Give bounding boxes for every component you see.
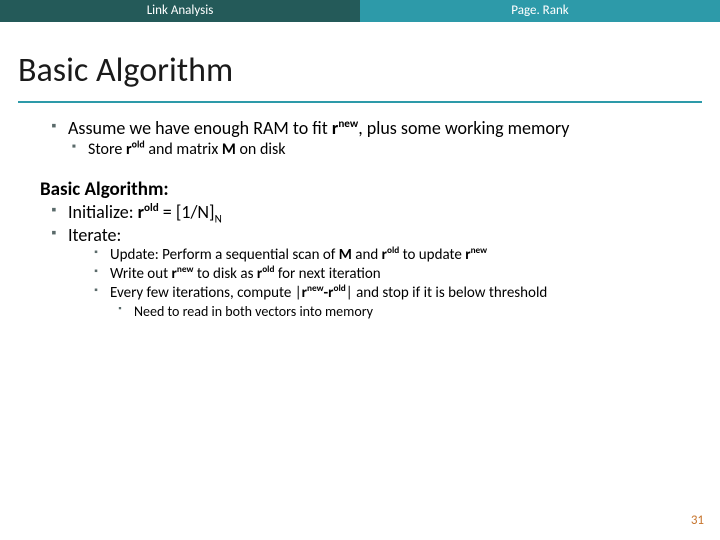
text: new xyxy=(338,116,358,130)
bullet-icon xyxy=(40,303,134,321)
header-tabs: Link Analysis Page. Rank xyxy=(0,0,720,22)
bullet-icon xyxy=(40,265,110,284)
bullet-store: Store rold and matrix M on disk xyxy=(40,140,680,160)
bullet-icon xyxy=(40,117,68,140)
text: to update xyxy=(399,246,465,264)
slide-title-wrap: Basic Algorithm xyxy=(0,22,720,97)
text: and xyxy=(352,246,382,264)
text: old xyxy=(262,264,274,275)
text: M xyxy=(339,246,352,264)
text: Write out xyxy=(110,265,172,283)
text: M xyxy=(222,140,236,159)
bullet-icon xyxy=(40,246,110,265)
text: , plus some working memory xyxy=(358,117,569,139)
tab-link-analysis: Link Analysis xyxy=(0,0,360,22)
text: on disk xyxy=(236,140,286,159)
text: Every few iterations, compute | xyxy=(110,284,302,302)
text: for next iteration xyxy=(274,265,380,283)
bullet-write: Write out rnew to disk as rold for next … xyxy=(40,265,680,284)
text: and matrix xyxy=(145,140,222,159)
text: old xyxy=(387,245,399,256)
algo-heading: Basic Algorithm: xyxy=(40,178,680,202)
text: to disk as xyxy=(193,265,256,283)
tab-page-rank: Page. Rank xyxy=(360,0,720,22)
bullet-initialize: Initialize: rold = [1/N]N xyxy=(40,201,680,224)
bullet-icon xyxy=(40,224,68,247)
text: old xyxy=(132,138,145,150)
bullet-icon xyxy=(40,140,88,160)
bullet-assume: Assume we have enough RAM to fit rnew, p… xyxy=(40,117,680,140)
text: Need to read in both vectors into memory xyxy=(134,303,680,321)
slide-content: Assume we have enough RAM to fit rnew, p… xyxy=(0,103,720,320)
text: Initialize: xyxy=(68,201,138,223)
slide-title: Basic Algorithm xyxy=(18,50,702,91)
page-number: 31 xyxy=(691,513,704,528)
text: Store xyxy=(88,140,126,159)
bullet-iterate: Iterate: xyxy=(40,224,680,247)
bullet-update: Update: Perform a sequential scan of M a… xyxy=(40,246,680,265)
bullet-icon xyxy=(40,284,110,303)
bullet-icon xyxy=(40,201,68,224)
text: new xyxy=(471,245,488,256)
text: | and stop if it is below threshold xyxy=(346,284,548,302)
bullet-check: Every few iterations, compute |rnew-rold… xyxy=(40,284,680,303)
text: Assume we have enough RAM to fit xyxy=(68,117,332,139)
text: new xyxy=(177,264,194,275)
text: old xyxy=(144,200,159,214)
bullet-need: Need to read in both vectors into memory xyxy=(40,303,680,321)
text: Update: Perform a sequential scan of xyxy=(110,246,339,264)
text: = [1/N] xyxy=(159,201,215,223)
text: new xyxy=(307,283,324,294)
text: Iterate: xyxy=(68,224,680,247)
text: old xyxy=(333,283,345,294)
